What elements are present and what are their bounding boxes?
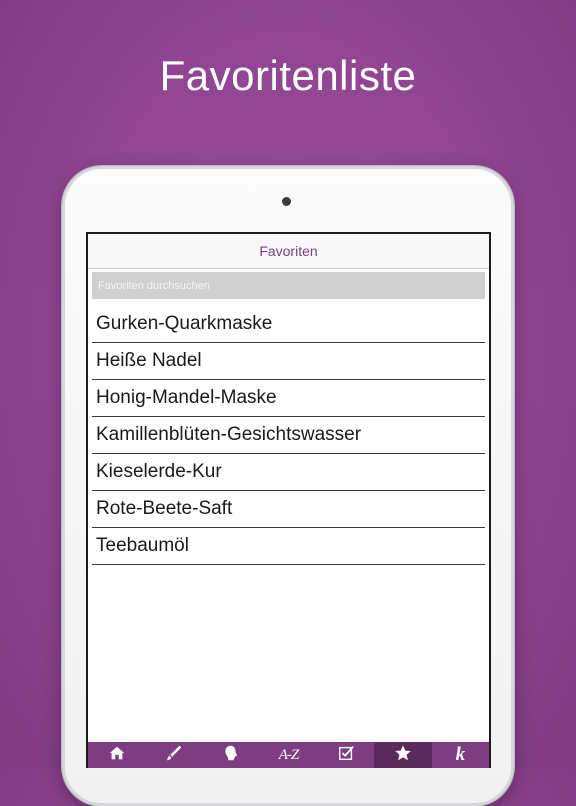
list-item[interactable]: Teebaumöl: [92, 528, 485, 565]
list-item[interactable]: Kamillenblüten-Gesichtswasser: [92, 417, 485, 454]
list-item[interactable]: Kieselerde-Kur: [92, 454, 485, 491]
k-logo-icon: k: [455, 744, 466, 765]
favorites-search-input[interactable]: [92, 272, 485, 299]
nav-title: Favoriten: [259, 243, 318, 259]
tab-checklist[interactable]: [317, 742, 374, 768]
list-item[interactable]: Honig-Mandel-Maske: [92, 380, 485, 417]
tab-bar: A-Z k: [88, 742, 489, 768]
favorites-list: Gurken-Quarkmaske Heiße Nadel Honig-Mand…: [92, 306, 485, 565]
tab-brush[interactable]: [145, 742, 202, 768]
az-index-icon: A-Z: [278, 746, 299, 763]
tab-k-logo[interactable]: k: [432, 742, 489, 768]
tab-head[interactable]: [203, 742, 260, 768]
list-item[interactable]: Heiße Nadel: [92, 343, 485, 380]
headline: Favoritenliste: [159, 52, 417, 99]
navigation-bar: Favoriten: [88, 234, 489, 269]
home-icon: [108, 744, 126, 767]
app-screen: Favoriten Gurken-Quarkmaske Heiße Nadel …: [86, 232, 491, 768]
tab-favorites[interactable]: [374, 742, 432, 768]
brush-icon: [165, 744, 183, 767]
tab-az-index[interactable]: A-Z: [260, 742, 317, 768]
checklist-icon: [337, 744, 355, 767]
list-item[interactable]: Rote-Beete-Saft: [92, 491, 485, 528]
tab-home[interactable]: [88, 742, 145, 768]
list-item[interactable]: Gurken-Quarkmaske: [92, 306, 485, 343]
head-icon: [222, 744, 240, 767]
star-icon: [394, 744, 412, 767]
tablet-camera: [282, 197, 291, 206]
